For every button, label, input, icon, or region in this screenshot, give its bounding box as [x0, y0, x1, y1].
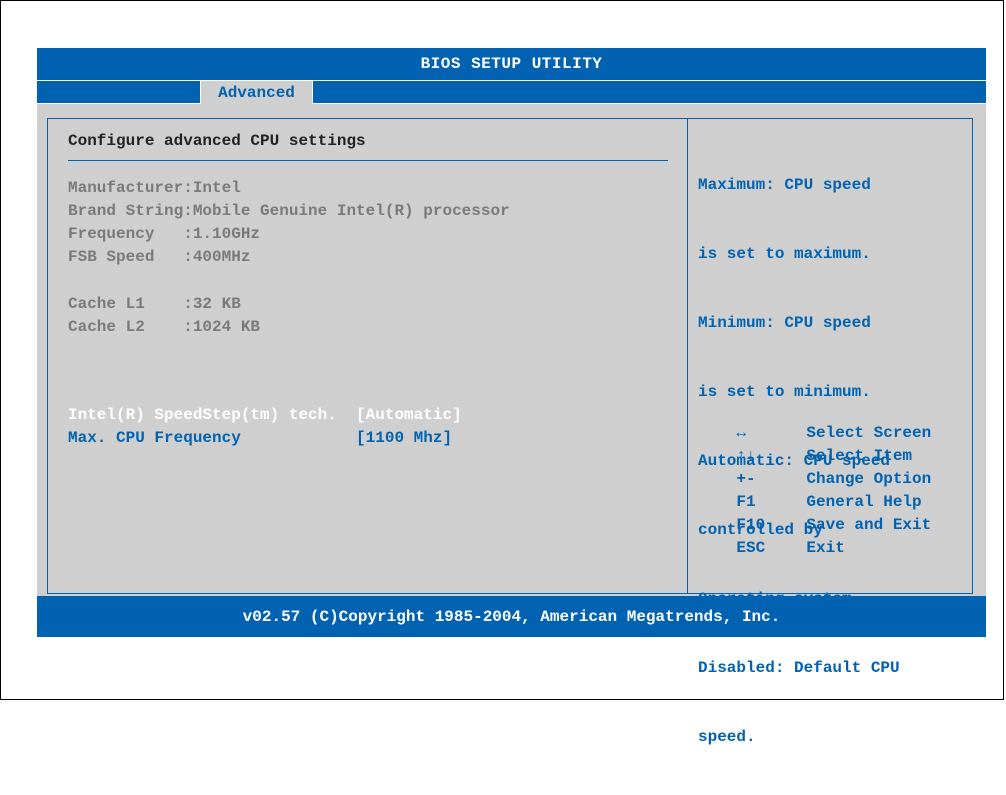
setting-max-cpu-frequency[interactable]: Max. CPU Frequency [1100 Mhz]: [68, 429, 452, 447]
key-desc: Exit: [806, 539, 845, 557]
info-cache-l2: Cache L2 :1024 KB: [68, 318, 261, 336]
page-heading: Configure advanced CPU settings: [68, 132, 366, 150]
help-line: Maximum: CPU speed: [698, 176, 871, 194]
key-help-exit: ESC Exit: [698, 521, 845, 575]
info-brand-string: Brand String:Mobile Genuine Intel(R) pro…: [68, 202, 510, 220]
help-line: is set to maximum.: [698, 245, 871, 263]
panel-vertical-divider: [687, 118, 688, 594]
help-line: Disabled: Default CPU: [698, 659, 900, 677]
copyright-footer: v02.57 (C)Copyright 1985-2004, American …: [242, 607, 781, 626]
help-line: is set to minimum.: [698, 383, 871, 401]
bios-window: BIOS SETUP UTILITY Advanced Configure ad…: [37, 48, 986, 746]
heading-underline: [68, 160, 668, 161]
info-cache-l1: Cache L1 :32 KB: [68, 295, 241, 313]
tab-bar: Advanced: [37, 80, 986, 105]
info-manufacturer: Manufacturer:Intel: [68, 179, 241, 197]
help-line: speed.: [698, 728, 756, 746]
help-line: Minimum: CPU speed: [698, 314, 871, 332]
bios-title: BIOS SETUP UTILITY: [420, 55, 603, 73]
key-label: ESC: [736, 539, 766, 557]
tab-advanced[interactable]: Advanced: [200, 80, 313, 105]
info-frequency: Frequency :1.10GHz: [68, 225, 261, 243]
setting-speedstep[interactable]: Intel(R) SpeedStep(tm) tech. [Automatic]: [68, 406, 462, 424]
info-fsb-speed: FSB Speed :400MHz: [68, 248, 251, 266]
